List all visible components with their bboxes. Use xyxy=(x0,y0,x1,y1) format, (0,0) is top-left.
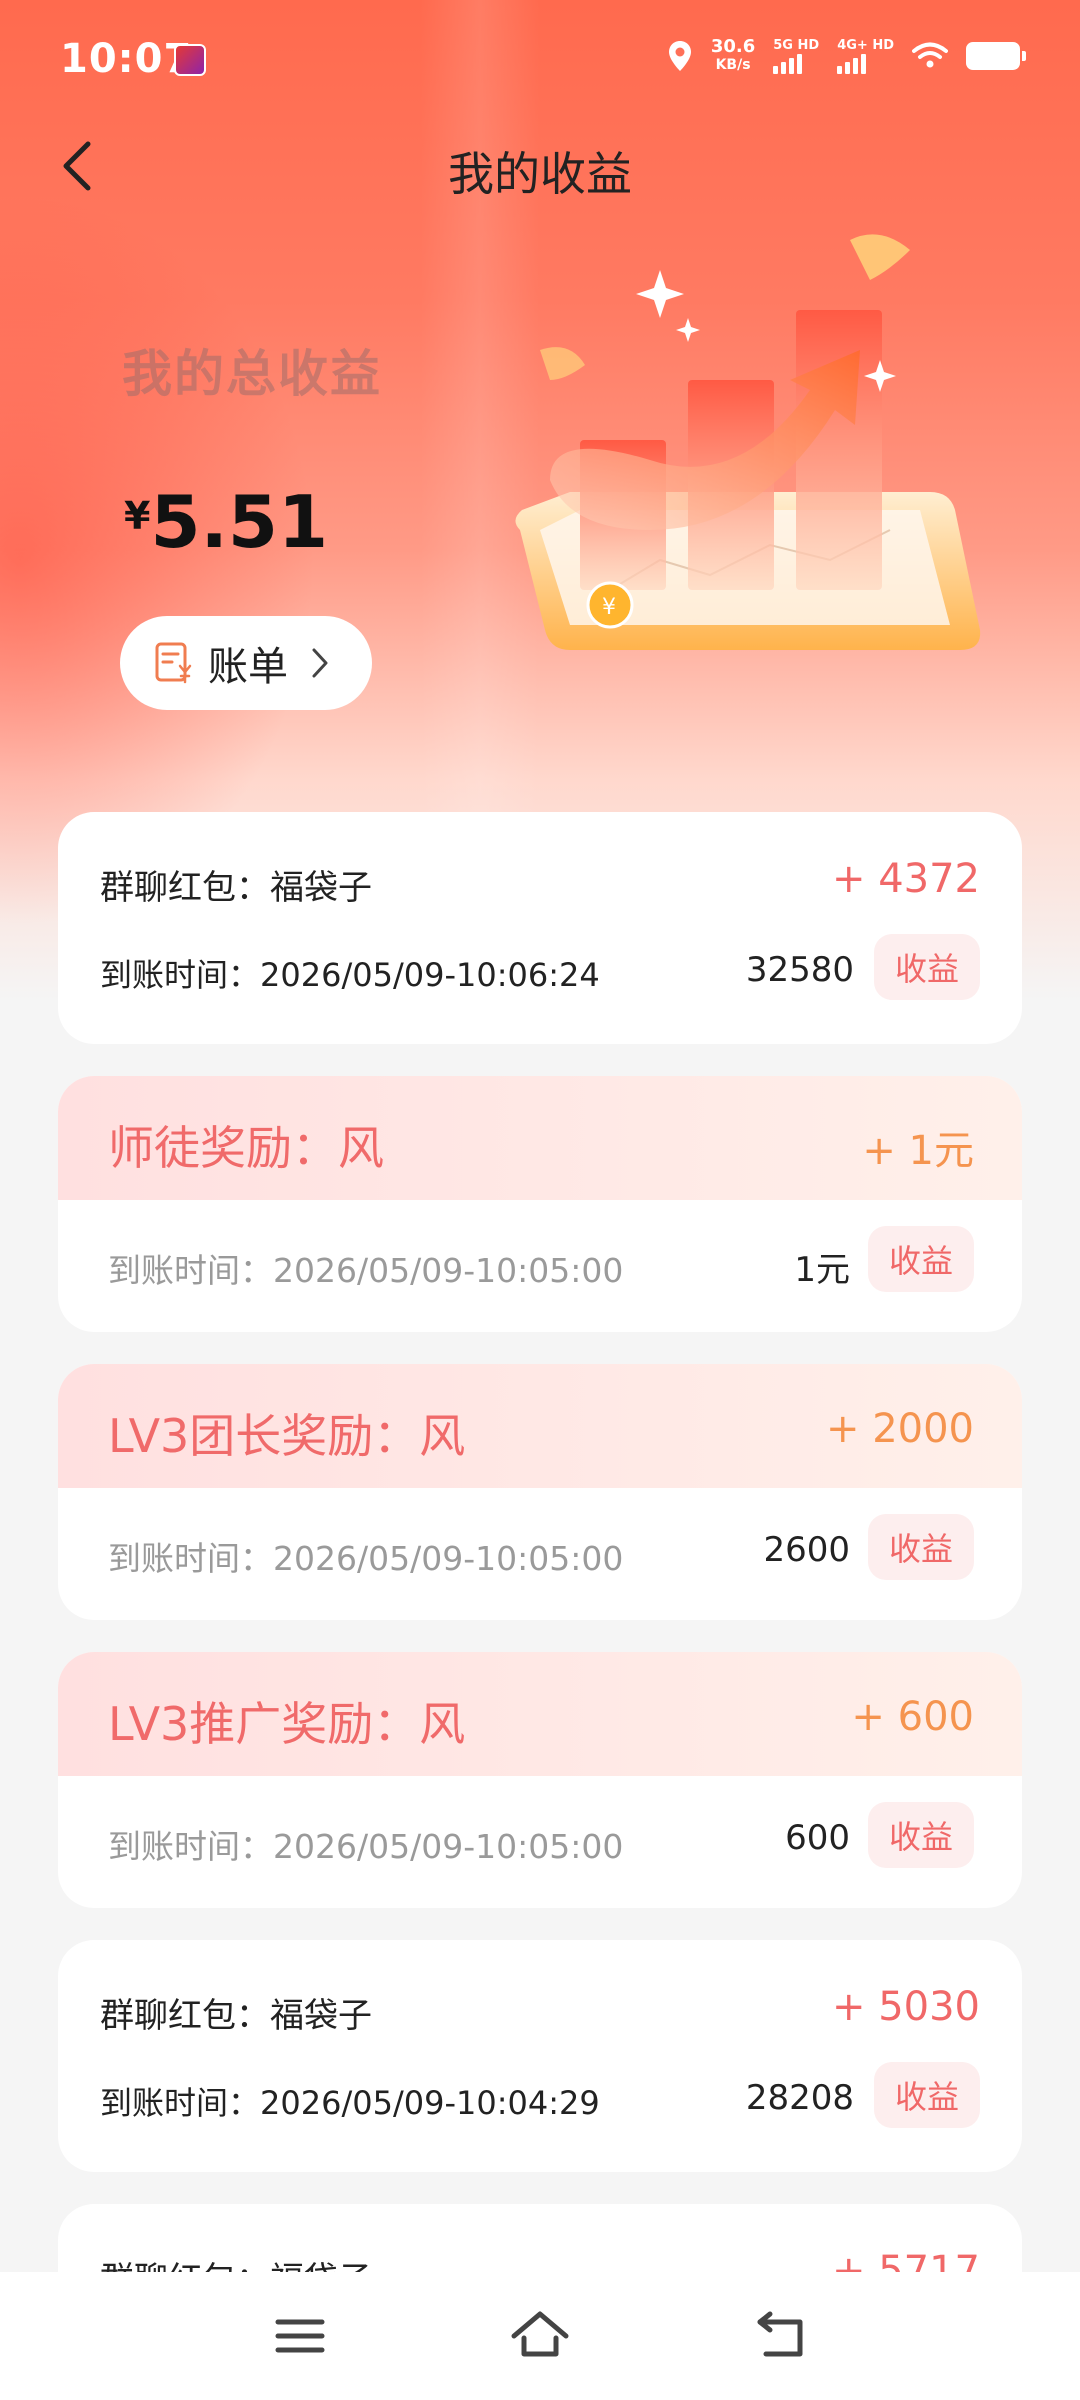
signal-5g-label: 5G HD xyxy=(773,37,820,53)
item-time: 到账时间：2026/05/09-10:05:00 xyxy=(108,1539,624,1578)
menu-icon[interactable] xyxy=(270,2308,330,2364)
back-icon[interactable] xyxy=(752,2308,812,2364)
item-amount: + 600 xyxy=(851,1694,974,1740)
list-item[interactable]: 群聊红包：福袋子 + 4372 到账时间：2026/05/09-10:06:24… xyxy=(58,812,1022,1044)
item-count: 600 xyxy=(785,1818,850,1858)
svg-text:¥: ¥ xyxy=(602,595,616,620)
list-item[interactable]: LV3推广奖励：风 + 600 到账时间：2026/05/09-10:05:00… xyxy=(58,1652,1022,1908)
item-amount: + 1元 xyxy=(862,1128,974,1174)
app-notification-icon xyxy=(174,44,206,76)
list-item[interactable]: 师徒奖励：风 + 1元 到账时间：2026/05/09-10:05:00 1元 … xyxy=(58,1076,1022,1332)
earnings-badge: 收益 xyxy=(874,2062,980,2128)
status-bar: 10:07 30.6 KB/s 5G HD 4G+ HD xyxy=(0,0,1080,120)
growth-chart-illustration: ¥ xyxy=(515,234,981,650)
signal-4g-label: 4G+ HD xyxy=(837,37,894,53)
currency-symbol: ¥ xyxy=(124,494,151,538)
list-item[interactable]: LV3团长奖励：风 + 2000 到账时间：2026/05/09-10:05:0… xyxy=(58,1364,1022,1620)
total-earnings-amount: ¥5.51 xyxy=(124,480,328,564)
item-amount: + 4372 xyxy=(831,856,980,902)
item-title: 师徒奖励：风 xyxy=(108,1121,384,1175)
signal-4g: 4G+ HD xyxy=(837,39,894,74)
location-icon xyxy=(668,41,691,71)
item-title: LV3推广奖励：风 xyxy=(108,1697,466,1751)
system-navigation-bar xyxy=(0,2272,1080,2400)
earnings-badge: 收益 xyxy=(868,1802,974,1868)
item-amount: + 5030 xyxy=(831,1984,980,2030)
bill-button[interactable]: 账单 xyxy=(120,616,372,710)
item-title: 群聊红包：福袋子 xyxy=(100,1996,372,2036)
bill-button-label: 账单 xyxy=(208,644,288,690)
status-time: 10:07 xyxy=(60,36,193,82)
item-time: 到账时间：2026/05/09-10:05:00 xyxy=(108,1251,624,1290)
item-amount: + 2000 xyxy=(825,1406,974,1452)
speed-value: 30.6 xyxy=(710,36,756,57)
signal-bars-icon xyxy=(837,52,867,74)
earnings-badge: 收益 xyxy=(868,1514,974,1580)
wifi-icon xyxy=(912,42,948,68)
item-title: LV3团长奖励：风 xyxy=(108,1409,466,1463)
network-speed: 30.6 KB/s xyxy=(711,38,755,74)
status-icons: 30.6 KB/s 5G HD 4G+ HD xyxy=(667,38,1026,74)
chevron-right-icon xyxy=(312,648,328,678)
item-time: 到账时间：2026/05/09-10:06:24 xyxy=(100,956,600,994)
item-time: 到账时间：2026/05/09-10:04:29 xyxy=(100,2084,600,2122)
item-count: 1元 xyxy=(794,1250,850,1290)
battery-icon xyxy=(966,42,1026,70)
earnings-list: 群聊红包：福袋子 + 4372 到账时间：2026/05/09-10:06:24… xyxy=(58,812,1022,2396)
home-icon[interactable] xyxy=(510,2308,570,2364)
item-count: 28208 xyxy=(745,2078,854,2118)
total-earnings-label: 我的总收益 xyxy=(122,345,382,403)
item-count: 32580 xyxy=(745,950,854,990)
bill-icon xyxy=(155,642,192,684)
earnings-badge: 收益 xyxy=(868,1226,974,1292)
earnings-badge: 收益 xyxy=(874,934,980,1000)
page-title: 我的收益 xyxy=(448,147,632,201)
signal-bars-icon xyxy=(773,52,803,74)
total-earnings-value: 5.51 xyxy=(150,480,329,564)
list-item[interactable]: 群聊红包：福袋子 + 5030 到账时间：2026/05/09-10:04:29… xyxy=(58,1940,1022,2172)
item-count: 2600 xyxy=(763,1530,850,1570)
item-time: 到账时间：2026/05/09-10:05:00 xyxy=(108,1827,624,1866)
speed-unit: KB/s xyxy=(715,57,751,73)
item-title: 群聊红包：福袋子 xyxy=(100,868,372,908)
signal-5g: 5G HD xyxy=(773,39,819,74)
